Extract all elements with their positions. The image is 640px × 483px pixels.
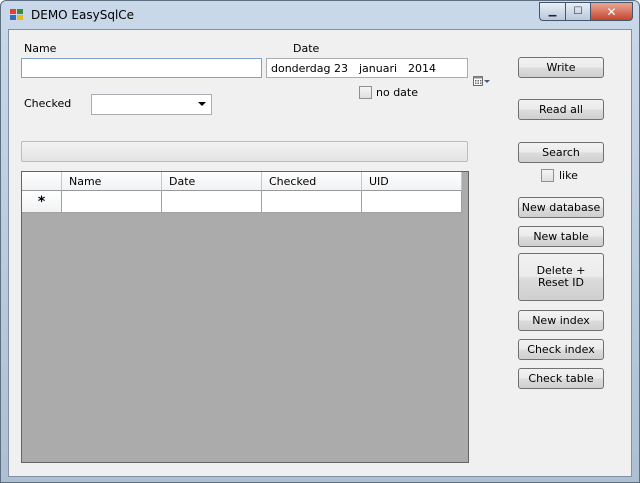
name-label: Name: [24, 42, 57, 55]
check-table-button[interactable]: Check table: [518, 368, 604, 389]
new-row-cell-date[interactable]: [162, 191, 262, 213]
maximize-icon: ☐: [573, 6, 583, 17]
minimize-icon: ▁: [548, 6, 557, 17]
new-row-cell-checked[interactable]: [262, 191, 362, 213]
table-row-new[interactable]: *: [22, 191, 462, 213]
title-bar[interactable]: DEMO EasySqlCe ▁ ☐ ✕: [1, 1, 639, 29]
date-picker[interactable]: donderdag 23 januari 2014: [266, 58, 490, 86]
delete-reset-id-button[interactable]: Delete + Reset ID: [518, 253, 604, 301]
chevron-down-icon: [198, 102, 206, 106]
date-month: januari: [358, 61, 398, 75]
column-header-checked[interactable]: Checked: [262, 172, 362, 191]
close-icon: ✕: [606, 4, 617, 19]
no-date-checkbox[interactable]: [359, 86, 372, 99]
column-header-name[interactable]: Name: [62, 172, 162, 191]
no-date-label: no date: [376, 86, 419, 99]
date-year: 2014: [408, 61, 437, 75]
search-button[interactable]: Search: [518, 142, 604, 163]
new-database-button[interactable]: New database: [518, 197, 604, 218]
new-row-marker[interactable]: *: [22, 191, 62, 213]
like-checkbox[interactable]: [541, 169, 554, 182]
new-row-cell-name[interactable]: [62, 191, 162, 213]
app-window: DEMO EasySqlCe ▁ ☐ ✕ Name Date donderdag…: [0, 0, 640, 483]
close-button[interactable]: ✕: [590, 2, 633, 21]
calendar-dropdown-icon[interactable]: [445, 62, 490, 86]
grid-header: Name Date Checked UID: [22, 172, 462, 191]
progress-bar: [21, 141, 468, 162]
new-row-cell-uid[interactable]: [362, 191, 462, 213]
like-label: like: [559, 169, 578, 182]
maximize-button[interactable]: ☐: [565, 2, 590, 21]
form-client-area: Name Date donderdag 23 januari 2014 no d…: [8, 29, 632, 477]
date-weekday-day: donderdag 23: [271, 61, 348, 75]
column-header-date[interactable]: Date: [162, 172, 262, 191]
window-title: DEMO EasySqlCe: [31, 8, 135, 22]
new-table-button[interactable]: New table: [518, 226, 604, 247]
read-all-button[interactable]: Read all: [518, 99, 604, 120]
name-input[interactable]: [21, 58, 262, 78]
date-label: Date: [293, 42, 320, 55]
check-index-button[interactable]: Check index: [518, 339, 604, 360]
new-index-button[interactable]: New index: [518, 310, 604, 331]
grid-corner-header[interactable]: [22, 172, 62, 191]
checked-label: Checked: [24, 97, 72, 110]
minimize-button[interactable]: ▁: [539, 2, 565, 21]
window-controls: ▁ ☐ ✕: [539, 2, 633, 21]
write-button[interactable]: Write: [518, 57, 604, 78]
data-grid[interactable]: Name Date Checked UID *: [21, 171, 469, 463]
column-header-uid[interactable]: UID: [362, 172, 462, 191]
checked-combobox[interactable]: [91, 94, 212, 115]
app-icon: [10, 9, 23, 21]
